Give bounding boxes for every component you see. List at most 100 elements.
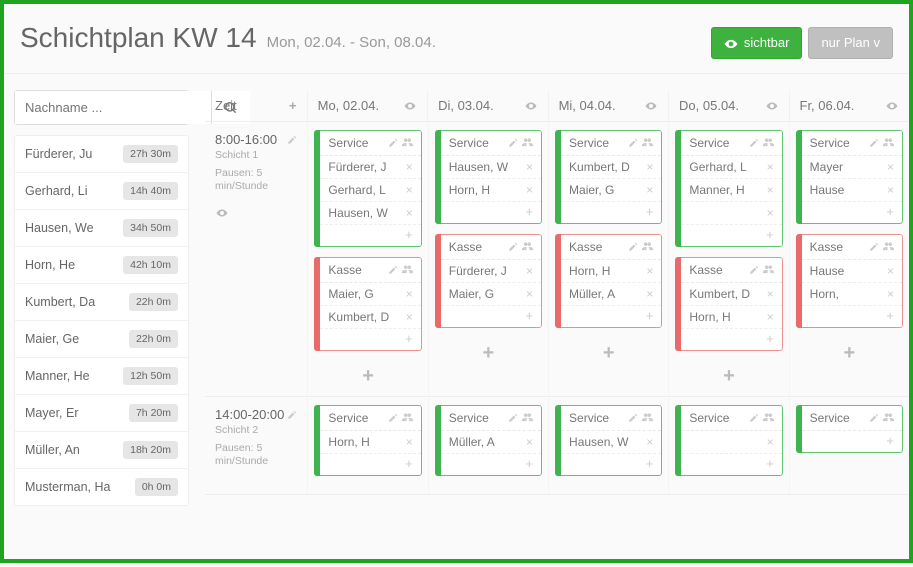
assign-icon[interactable] [402,264,413,276]
shift-card[interactable]: Service Müller, A× + [435,405,542,476]
assignee[interactable]: Hausen, W× [320,202,420,225]
shift-card[interactable]: Service Mayer×Hause× + [796,130,903,224]
assign-icon[interactable] [522,137,533,149]
assignee[interactable]: Müller, A× [561,283,661,306]
shift-card[interactable]: Service Fürderer, J×Gerhard, L×Hausen, W… [314,130,421,247]
assign-icon[interactable] [402,137,413,149]
employee-row[interactable]: Gerhard, Li 14h 40m [15,173,188,210]
edit-icon[interactable] [628,412,638,424]
remove-icon[interactable]: × [887,287,894,301]
assignee[interactable]: Hausen, W× [441,156,541,179]
remove-icon[interactable]: × [406,310,413,324]
assignee[interactable]: Maier, G× [320,283,420,306]
edit-icon[interactable] [287,407,297,422]
shift-card[interactable]: Service + [796,405,903,453]
assignee[interactable]: Hause× [802,260,902,283]
edit-icon[interactable] [388,412,398,424]
remove-icon[interactable]: × [406,160,413,174]
assignee[interactable]: Mayer× [802,156,902,179]
assign-icon[interactable] [642,412,653,424]
eye-icon[interactable] [215,204,297,220]
remove-icon[interactable]: × [887,264,894,278]
employee-row[interactable]: Manner, He 12h 50m [15,358,188,395]
assignee[interactable]: Maier, G× [561,179,661,202]
assignee[interactable]: Hause× [802,179,902,202]
edit-icon[interactable] [749,264,759,276]
remove-icon[interactable]: × [767,435,774,449]
assignee[interactable]: × [681,202,781,225]
add-assignee-icon[interactable]: + [681,454,781,475]
shift-card[interactable]: Service Horn, H× + [314,405,421,476]
remove-icon[interactable]: × [767,206,774,220]
employee-row[interactable]: Horn, He 42h 10m [15,247,188,284]
assign-icon[interactable] [402,412,413,424]
assignee[interactable]: × [681,431,781,454]
remove-icon[interactable]: × [767,183,774,197]
edit-icon[interactable] [287,132,297,147]
remove-icon[interactable]: × [526,287,533,301]
edit-icon[interactable] [628,241,638,253]
edit-icon[interactable] [869,241,879,253]
employee-row[interactable]: Kumbert, Da 22h 0m [15,284,188,321]
employee-row[interactable]: Fürderer, Ju 27h 30m [15,136,188,173]
visible-button[interactable]: sichtbar [711,27,803,59]
search-input[interactable] [15,91,211,124]
edit-icon[interactable] [388,264,398,276]
remove-icon[interactable]: × [646,183,653,197]
edit-icon[interactable] [749,137,759,149]
assign-icon[interactable] [522,412,533,424]
assignee[interactable]: Gerhard, L× [320,179,420,202]
plan-button[interactable]: nur Plan v [808,27,893,59]
add-assignee-icon[interactable]: + [441,306,541,327]
eye-icon[interactable] [524,98,538,113]
add-assignee-icon[interactable]: + [561,202,661,223]
edit-icon[interactable] [869,137,879,149]
shift-card[interactable]: Service Hausen, W×Horn, H× + [435,130,542,224]
edit-icon[interactable] [628,137,638,149]
remove-icon[interactable]: × [406,183,413,197]
add-assignee-icon[interactable]: + [681,225,781,246]
add-card-icon[interactable]: + [555,338,662,365]
assign-icon[interactable] [642,241,653,253]
employee-row[interactable]: Maier, Ge 22h 0m [15,321,188,358]
assign-icon[interactable] [883,241,894,253]
remove-icon[interactable]: × [767,310,774,324]
shift-card[interactable]: Service Gerhard, L×Manner, H×× + [675,130,782,247]
assignee[interactable]: Horn, H× [441,179,541,202]
shift-card[interactable]: Service Hausen, W× + [555,405,662,476]
assignee[interactable]: Maier, G× [441,283,541,306]
shift-card[interactable]: Kasse Hause×Horn,× + [796,234,903,328]
add-assignee-icon[interactable]: + [441,202,541,223]
add-card-icon[interactable]: + [796,338,903,365]
assignee[interactable]: Gerhard, L× [681,156,781,179]
shift-card[interactable]: Kasse Maier, G×Kumbert, D× + [314,257,421,351]
remove-icon[interactable]: × [767,287,774,301]
assignee[interactable]: Horn, H× [681,306,781,329]
eye-icon[interactable] [765,98,779,113]
assignee[interactable]: Kumbert, D× [681,283,781,306]
eye-icon[interactable] [403,98,417,113]
assign-icon[interactable] [883,412,894,424]
shift-card[interactable]: Kasse Fürderer, J×Maier, G× + [435,234,542,328]
employee-row[interactable]: Mayer, Er 7h 20m [15,395,188,432]
add-assignee-icon[interactable]: + [441,454,541,475]
add-assignee-icon[interactable]: + [802,306,902,327]
assignee[interactable]: Horn, H× [320,431,420,454]
remove-icon[interactable]: × [406,206,413,220]
remove-icon[interactable]: × [646,160,653,174]
remove-icon[interactable]: × [526,183,533,197]
shift-card[interactable]: Service Kumbert, D×Maier, G× + [555,130,662,224]
add-assignee-icon[interactable]: + [561,306,661,327]
assign-icon[interactable] [763,412,774,424]
add-card-icon[interactable]: + [435,338,542,365]
remove-icon[interactable]: × [646,435,653,449]
assignee[interactable]: Manner, H× [681,179,781,202]
add-assignee-icon[interactable]: + [802,202,902,223]
shift-card[interactable]: Service × + [675,405,782,476]
edit-icon[interactable] [869,412,879,424]
add-assignee-icon[interactable]: + [320,225,420,246]
edit-icon[interactable] [508,137,518,149]
add-assignee-icon[interactable]: + [320,329,420,350]
assign-icon[interactable] [522,241,533,253]
edit-icon[interactable] [508,412,518,424]
